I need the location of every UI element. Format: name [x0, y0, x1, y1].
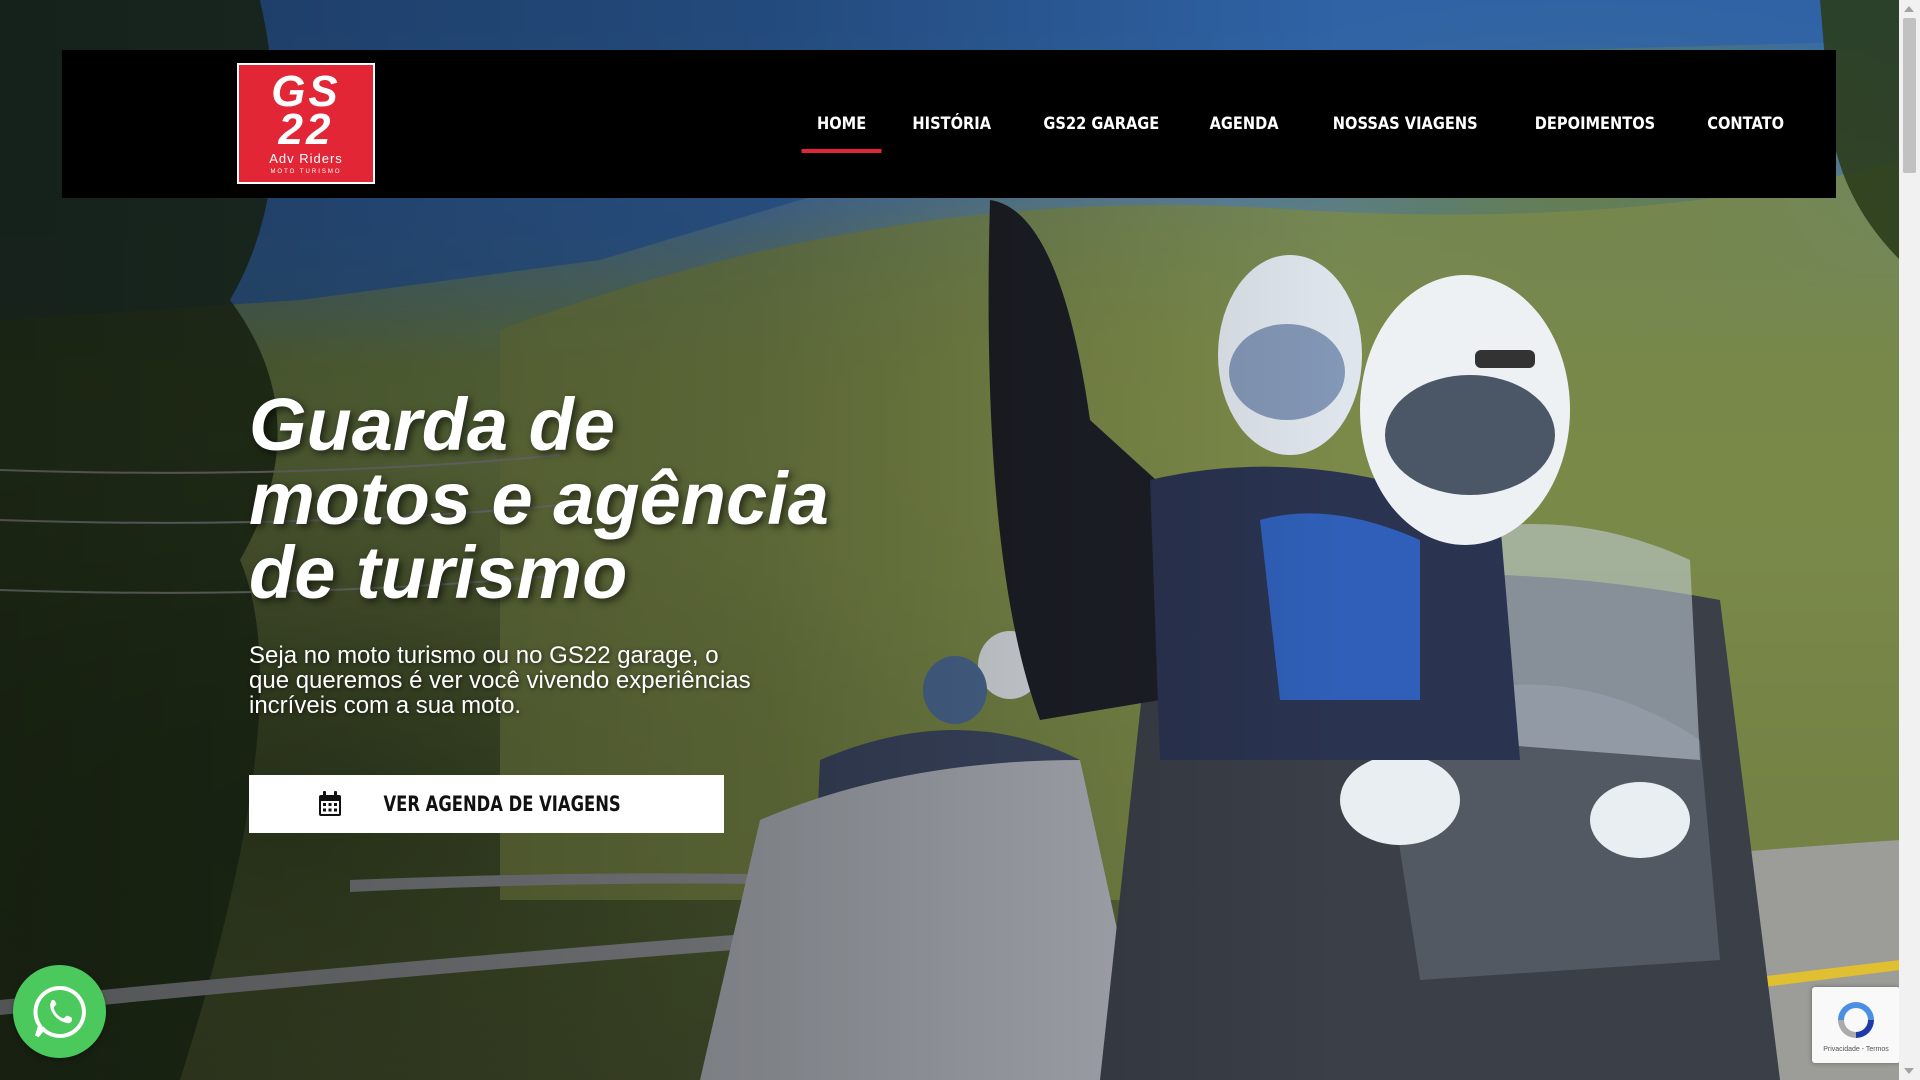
whatsapp-button[interactable] [13, 965, 106, 1058]
scroll-up-arrow-icon[interactable] [1904, 6, 1914, 12]
nav-item-home[interactable]: HOME [801, 50, 882, 198]
hero-headline-line: de turismo [249, 531, 628, 614]
page-scrollbar[interactable] [1899, 0, 1920, 1080]
logo-text-moto-turismo: MOTO TURISMO [270, 168, 342, 175]
view-trips-schedule-button[interactable]: VER AGENDA DE VIAGENS [249, 775, 724, 833]
nav-item-agenda[interactable]: AGENDA [1194, 50, 1294, 198]
hero-subtext-line: que queremos é ver você vivendo experiên… [249, 667, 751, 694]
scrollbar-thumb[interactable] [1903, 18, 1916, 173]
nav-item-gs22-garage[interactable]: GS22 GARAGE [1028, 50, 1175, 198]
hero-subtext: Seja no moto turismo ou no GS22 garage, … [249, 643, 769, 718]
recaptcha-icon [1838, 1001, 1874, 1038]
main-navigation: HOME HISTÓRIA GS22 GARAGE AGENDA NOSSAS … [795, 50, 1808, 198]
hero-subtext-line: incríveis com a sua moto. [249, 692, 522, 719]
hero-headline-line: motos e agência [249, 457, 829, 540]
nav-item-contato[interactable]: CONTATO [1692, 50, 1800, 198]
scroll-down-arrow-icon[interactable] [1904, 1068, 1914, 1074]
calendar-icon [319, 791, 342, 816]
site-logo[interactable]: GS 22 Adv Riders MOTO TURISMO [237, 63, 375, 184]
hero-headline-line: Guarda de [249, 383, 615, 466]
recaptcha-badge[interactable]: Privacidade - Termos [1812, 987, 1900, 1063]
nav-item-depoimentos[interactable]: DEPOIMENTOS [1519, 50, 1670, 198]
view-trips-schedule-label: VER AGENDA DE VIAGENS [383, 792, 622, 816]
nav-item-nossas-viagens[interactable]: NOSSAS VIAGENS [1317, 50, 1493, 198]
logo-text-22: 22 [278, 104, 334, 154]
site-header: GS 22 Adv Riders MOTO TURISMO HOME HISTÓ… [62, 50, 1836, 198]
hero-subtext-line: Seja no moto turismo ou no GS22 garage, … [249, 642, 719, 669]
whatsapp-icon [32, 985, 86, 1038]
nav-item-historia[interactable]: HISTÓRIA [897, 50, 1007, 198]
hero-headline: Guarda de motos e agência de turismo [249, 388, 849, 610]
logo-text-adv-riders: Adv Riders [269, 150, 343, 166]
recaptcha-terms-link[interactable]: Privacidade - Termos [1823, 1046, 1889, 1053]
